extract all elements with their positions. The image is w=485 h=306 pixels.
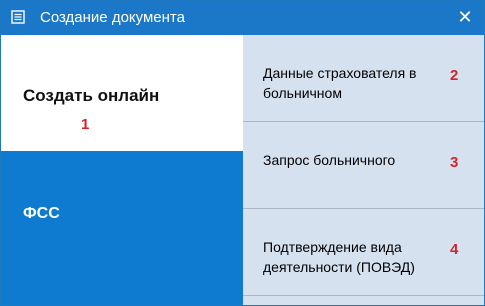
create-document-dialog: Создание документа ✕ Создать онлайн 1 ФС…	[0, 0, 485, 306]
annotation-number-3: 3	[450, 154, 459, 171]
title-bar: Создание документа ✕	[1, 1, 484, 35]
annotation-number-1: 1	[81, 116, 90, 133]
option-activity-confirmation[interactable]: Подтверждение вида деятельности (ПОВЭД) …	[243, 209, 484, 296]
create-online-label: Создать онлайн	[23, 86, 160, 105]
fss-item[interactable]: ФСС	[1, 151, 243, 305]
option-insurer-data[interactable]: Данные страхователя в больничном 2	[243, 35, 484, 122]
option-label: Данные страхователя в больничном	[263, 65, 417, 101]
document-icon	[11, 10, 25, 24]
create-online-item[interactable]: Создать онлайн 1	[1, 35, 243, 151]
option-label: Запрос больничного	[263, 152, 396, 168]
annotation-number-4: 4	[450, 241, 459, 258]
annotation-number-2: 2	[450, 67, 459, 84]
window-title: Создание документа	[40, 9, 185, 26]
left-panel: Создать онлайн 1 ФСС	[1, 35, 243, 305]
fss-label: ФСС	[23, 205, 60, 222]
option-sick-leave-request[interactable]: Запрос больничного 3	[243, 122, 484, 209]
option-label: Подтверждение вида деятельности (ПОВЭД)	[263, 239, 415, 275]
options-panel: Данные страхователя в больничном 2 Запро…	[243, 35, 484, 305]
close-button[interactable]: ✕	[454, 6, 476, 28]
